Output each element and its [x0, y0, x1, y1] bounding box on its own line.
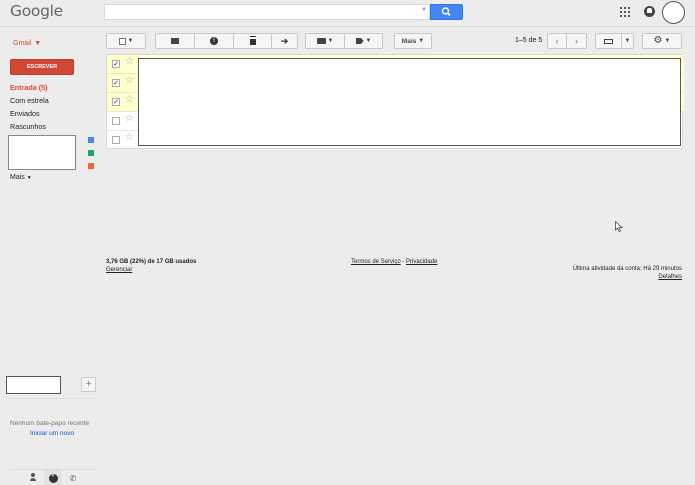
pagination-count: 1–5 de 5: [515, 37, 543, 44]
star-icon[interactable]: ☆: [125, 57, 134, 67]
row-checkbox[interactable]: ✓: [112, 98, 120, 106]
compose-button[interactable]: ESCREVER: [10, 59, 74, 75]
details-link[interactable]: Detalhes: [658, 274, 682, 280]
manage-storage-link[interactable]: Gerenciar: [106, 267, 132, 273]
settings-button[interactable]: ⚙ ▼: [642, 33, 682, 49]
row-checkbox[interactable]: [112, 117, 120, 125]
sidebar-labels-area: [8, 135, 76, 170]
sidebar-more-link[interactable]: Mais ▼: [10, 174, 32, 181]
add-chat-button[interactable]: +: [81, 377, 96, 392]
sidebar-item-drafts[interactable]: Rascunhos: [10, 122, 46, 131]
chevron-down-icon: ▼: [624, 38, 631, 44]
density-button[interactable]: [595, 33, 622, 49]
label-color-blue[interactable]: [88, 137, 94, 143]
more-button[interactable]: Mais ▼: [394, 33, 432, 49]
star-icon[interactable]: ☆: [125, 114, 134, 124]
google-logo[interactable]: Google: [10, 2, 63, 20]
star-icon[interactable]: ☆: [125, 76, 134, 86]
row-checkbox[interactable]: ✓: [112, 60, 120, 68]
archive-button[interactable]: [155, 33, 195, 49]
person-icon: [30, 473, 36, 481]
top-bar: Google ▼: [0, 0, 695, 27]
checkbox-icon: [118, 37, 126, 45]
search-options-icon[interactable]: ▼: [421, 7, 427, 13]
move-to-button[interactable]: ▼: [305, 33, 345, 49]
newer-button[interactable]: ‹: [547, 33, 567, 49]
chevron-right-icon: ›: [575, 36, 578, 46]
display-density-icon: [604, 38, 613, 44]
older-button[interactable]: ›: [567, 33, 587, 49]
mouse-cursor-icon: [615, 221, 623, 232]
hangouts-icon: ”: [48, 473, 58, 483]
sidebar-item-sent[interactable]: Enviados: [10, 109, 40, 118]
label-color-orange[interactable]: [88, 163, 94, 169]
chevron-down-icon: ▼: [664, 38, 671, 44]
row-checkbox[interactable]: [112, 136, 120, 144]
tab-contacts[interactable]: [24, 470, 42, 485]
select-checkbox-button[interactable]: ▼: [106, 33, 146, 49]
star-icon[interactable]: ☆: [125, 95, 134, 105]
tag-icon: [355, 38, 364, 44]
forward-button[interactable]: ➜: [272, 33, 298, 49]
label-color-green[interactable]: [88, 150, 94, 156]
gear-icon: ⚙: [653, 35, 663, 46]
report-spam-button[interactable]: !: [195, 33, 234, 49]
gmail-label: Gmail: [13, 40, 32, 47]
archive-icon: [171, 38, 179, 44]
footer-links: Termos de Serviço - Privacidade: [351, 259, 437, 265]
chat-divider: [10, 398, 96, 399]
sidebar-item-starred[interactable]: Com estrela: [10, 96, 49, 105]
chevron-down-icon: ▼: [34, 40, 42, 47]
chat-tabs: ” ✆: [10, 469, 96, 485]
labels-button[interactable]: ▼: [345, 33, 383, 49]
chat-search-input[interactable]: [6, 376, 61, 394]
notifications-icon[interactable]: [644, 6, 655, 17]
search-input[interactable]: ▼: [104, 4, 430, 20]
row-checkbox[interactable]: ✓: [112, 79, 120, 87]
chevron-down-icon: ▼: [365, 38, 372, 44]
tab-hangouts[interactable]: ”: [44, 470, 62, 485]
chevron-down-icon: ▼: [26, 175, 32, 181]
chevron-down-icon: ▼: [127, 38, 134, 44]
apps-grid-icon[interactable]: [620, 7, 630, 17]
search-icon: [441, 7, 451, 17]
density-dropdown[interactable]: ▼: [622, 33, 634, 49]
star-icon[interactable]: ☆: [125, 133, 134, 143]
start-new-chat-link[interactable]: Iniciar um novo: [30, 430, 74, 437]
delete-button[interactable]: [234, 33, 272, 49]
chevron-down-icon: ▼: [418, 38, 425, 44]
chevron-left-icon: ‹: [555, 36, 559, 46]
tab-phone[interactable]: ✆: [64, 470, 82, 485]
message-content-area: [138, 58, 681, 146]
phone-icon: ✆: [69, 473, 77, 483]
account-avatar[interactable]: [662, 1, 685, 24]
more-button-label: Mais: [401, 37, 417, 45]
privacy-link[interactable]: Privacidade: [406, 259, 437, 265]
more-label: Mais: [10, 174, 25, 181]
forward-arrow-icon: ➜: [280, 35, 289, 46]
search-button[interactable]: [430, 4, 463, 20]
trash-icon: [249, 37, 256, 45]
sidebar-item-inbox[interactable]: Entrada (5): [10, 83, 48, 92]
no-recent-chats-text: Nenhum bate-papo recente: [10, 420, 90, 427]
spam-icon: !: [210, 37, 218, 45]
storage-usage: 3,76 GB (22%) de 17 GB usados: [106, 259, 197, 265]
chevron-down-icon: ▼: [327, 38, 334, 44]
folder-icon: [316, 38, 326, 44]
terms-link[interactable]: Termos de Serviço: [351, 259, 401, 265]
gmail-menu[interactable]: Gmail ▼: [10, 36, 41, 48]
last-activity: Última atividade da conta: Há 29 minutos: [572, 266, 682, 272]
